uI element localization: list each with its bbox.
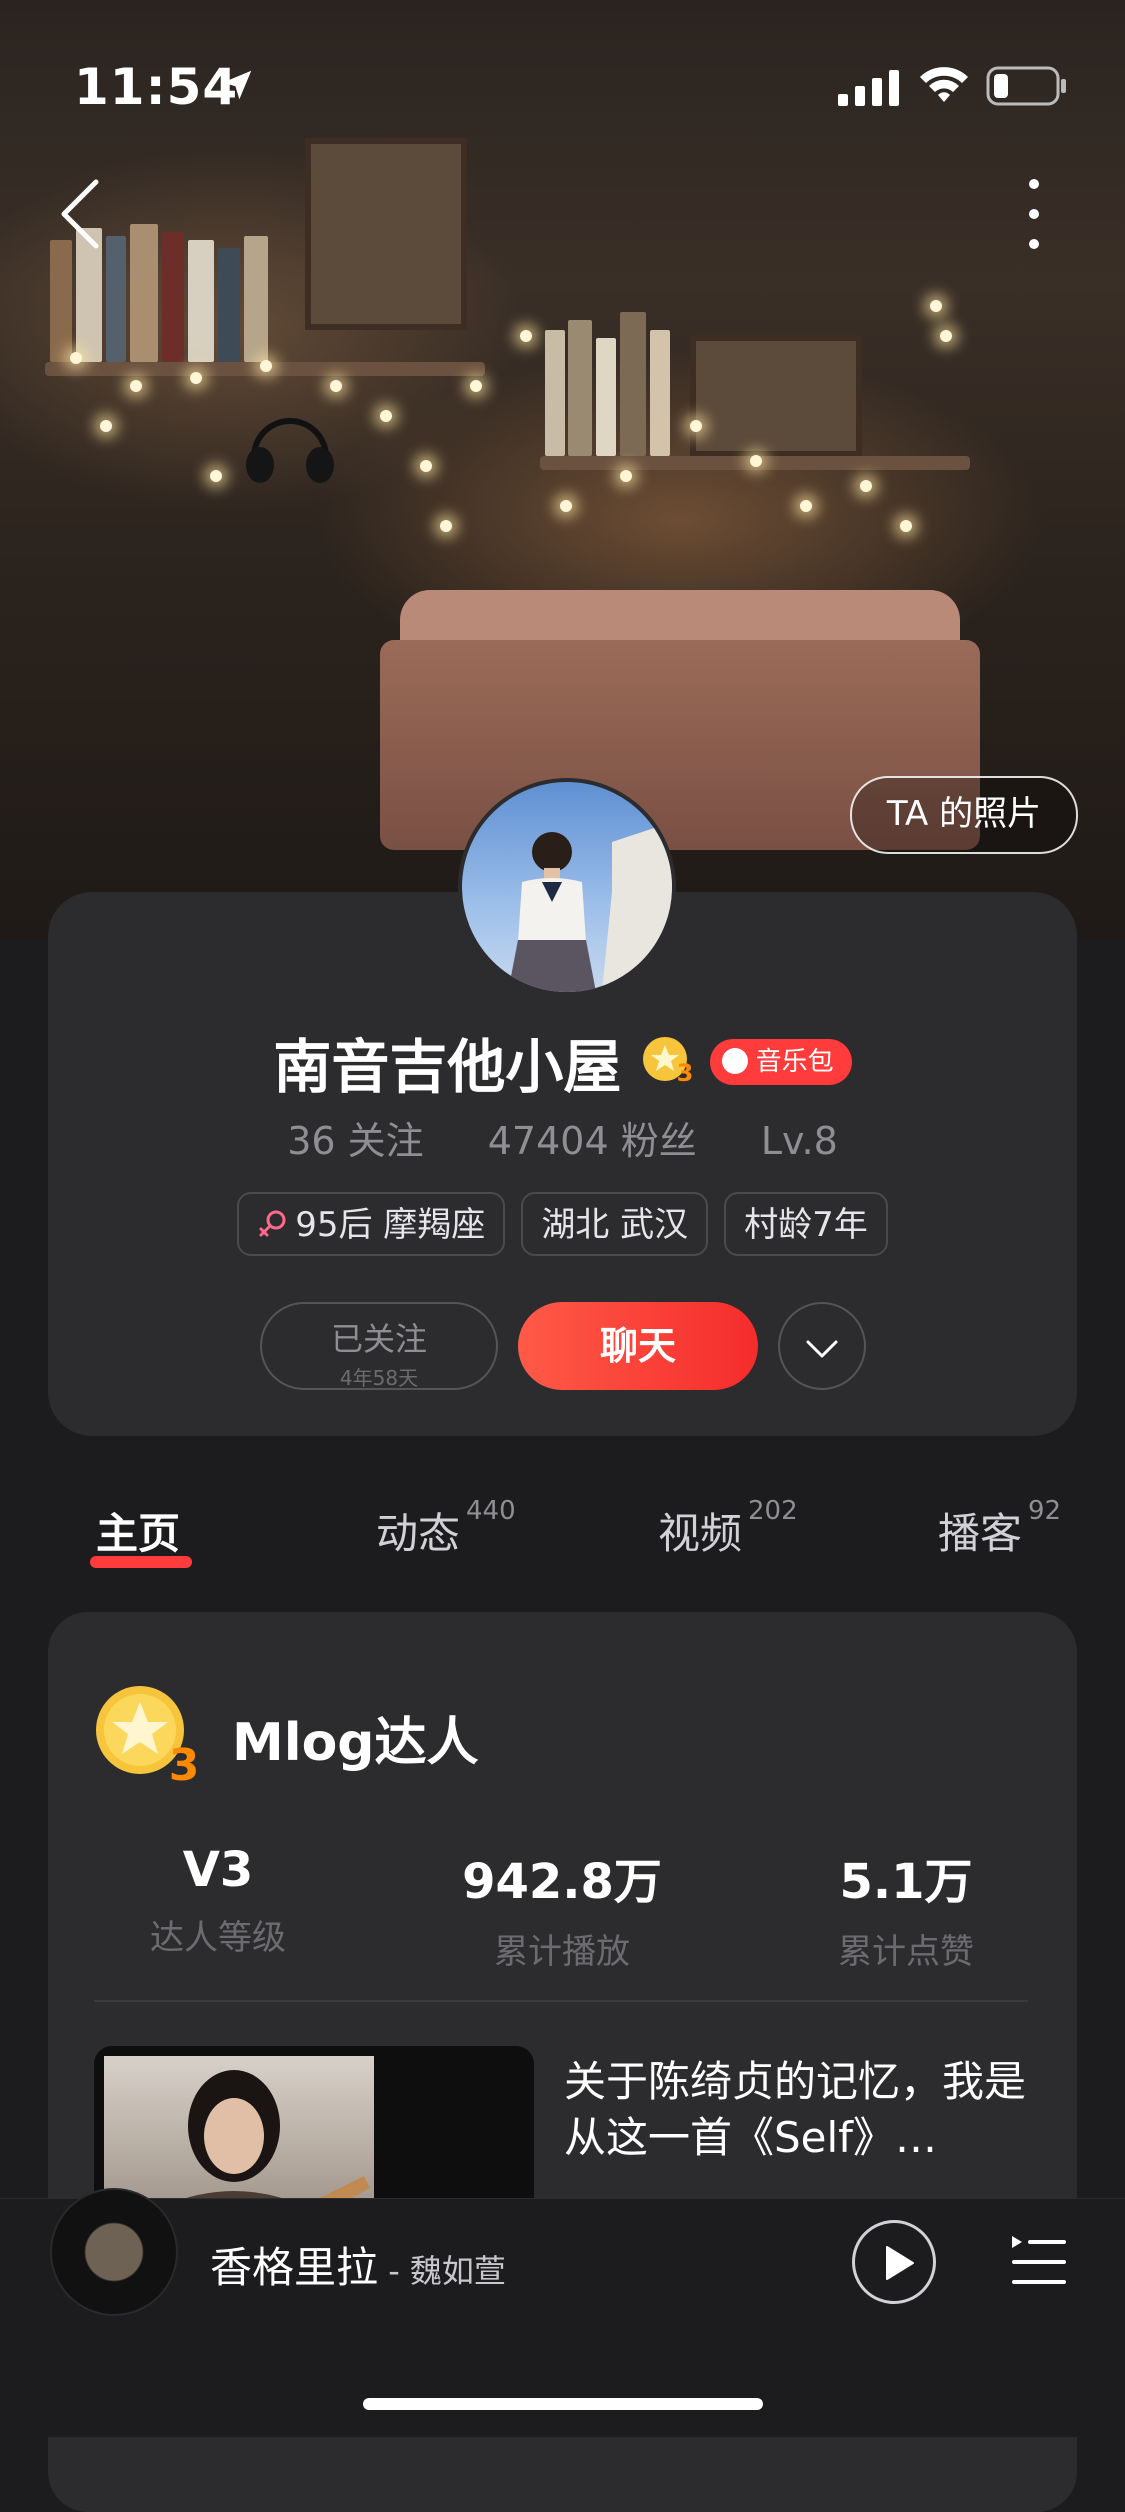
tab-podcast-label: 播客 [938, 1509, 1023, 1558]
book [568, 320, 592, 456]
tag-age-zodiac: 95后 摩羯座 [237, 1192, 506, 1256]
metric-likes-label: 累计点赞 [838, 1932, 974, 1972]
svg-text:3: 3 [676, 1059, 693, 1087]
song-artist: 魏如萱 [409, 2252, 506, 2290]
tag-age-zodiac-label: 95后 摩羯座 [295, 1205, 486, 1245]
home-indicator [363, 2398, 763, 2410]
female-icon [259, 1210, 286, 1236]
avatar-photo [508, 822, 672, 992]
music-pack-label: 音乐包 [755, 1047, 834, 1077]
tab-feed-count: 440 [466, 1496, 516, 1526]
book [650, 330, 670, 456]
location-arrow-icon [222, 70, 252, 100]
user-level[interactable]: Lv.8 [761, 1119, 838, 1163]
fans-count[interactable]: 47404 粉丝 [488, 1119, 697, 1163]
playlist-icon[interactable] [1010, 2234, 1068, 2288]
album-disc[interactable] [50, 2188, 178, 2316]
now-playing[interactable]: 香格里拉 - 魏如萱 [210, 2234, 506, 2295]
book [188, 240, 214, 362]
expand-button[interactable] [778, 1302, 866, 1390]
active-tab-indicator [90, 1556, 192, 1568]
metric-likes: 5.1万 累计点赞 [756, 1842, 1056, 1973]
tab-home[interactable]: 主页 [96, 1500, 180, 1561]
metric-level-value: V3 [182, 1842, 254, 1898]
metric-plays-value: 942.8万 [462, 1854, 662, 1910]
headphones-icon [246, 418, 334, 483]
following-duration: 4年58天 [339, 1366, 419, 1390]
divider [94, 2000, 1028, 2002]
metric-plays: 942.8万 累计播放 [412, 1842, 712, 1973]
tab-home-label: 主页 [96, 1509, 181, 1558]
video-title[interactable]: 关于陈绮贞的记忆，我是从这一首《Self》… [564, 2054, 1034, 2166]
back-icon[interactable] [58, 178, 102, 250]
profile-tags: 95后 摩羯座 湖北 武汉 村龄7年 [0, 1192, 1125, 1256]
book [218, 248, 240, 362]
profile-tabs: 主页 动态 440 视频 202 播客 92 [0, 1496, 1125, 1590]
svg-text:3: 3 [169, 1740, 200, 1784]
tab-feed[interactable]: 动态 440 [376, 1496, 516, 1561]
tab-video-label: 视频 [658, 1509, 743, 1558]
tab-podcast-count: 92 [1028, 1496, 1062, 1526]
tab-podcast[interactable]: 播客 92 [938, 1496, 1061, 1561]
following-button[interactable]: 已关注 4年58天 [260, 1302, 498, 1390]
song-title: 香格里拉 [210, 2243, 379, 2292]
book [106, 236, 126, 362]
creator-star-icon: 3 [641, 1033, 695, 1091]
chat-button[interactable]: 聊天 [518, 1302, 758, 1390]
metric-likes-value: 5.1万 [839, 1854, 973, 1910]
play-icon [886, 2246, 914, 2280]
tab-video[interactable]: 视频 202 [658, 1496, 798, 1561]
cellular-signal-icon [838, 70, 899, 106]
tab-feed-label: 动态 [376, 1509, 461, 1558]
mlog-title: Mlog达人 [232, 1713, 479, 1773]
follows-count[interactable]: 36 关注 [287, 1119, 423, 1163]
music-pack-badge[interactable]: 音乐包 [709, 1039, 852, 1085]
chevron-down-icon [806, 1340, 838, 1358]
book [244, 236, 268, 362]
book [130, 224, 158, 362]
profile-name: 南音吉他小屋 [273, 1033, 622, 1101]
following-label: 已关注 [330, 1320, 427, 1358]
mlog-star-icon: 3 [96, 1686, 200, 1784]
tag-location: 湖北 武汉 [521, 1192, 709, 1256]
profile-stats: 36 关注 47404 粉丝 Lv.8 [0, 1110, 1125, 1165]
battery-icon [986, 66, 1066, 106]
tag-account-age: 村龄7年 [724, 1192, 888, 1256]
book [50, 240, 72, 362]
book [596, 338, 616, 456]
tab-video-count: 202 [748, 1496, 798, 1526]
avatar[interactable] [458, 778, 676, 996]
music-pack-icon [721, 1047, 748, 1074]
status-bar: 11:54 [0, 0, 1125, 140]
wall-frame [690, 335, 862, 457]
book [162, 232, 184, 362]
metric-level: V3 达人等级 [68, 1842, 368, 1959]
song-separator: - [378, 2252, 410, 2290]
more-options-icon[interactable] [1022, 176, 1046, 252]
book [545, 330, 565, 456]
wall-frame [305, 138, 467, 330]
wifi-icon [920, 67, 968, 102]
name-line: 南音吉他小屋 3 音乐包 [0, 1020, 1125, 1101]
metric-level-label: 达人等级 [150, 1918, 286, 1958]
book [620, 312, 646, 456]
play-button[interactable] [852, 2220, 936, 2304]
status-time: 11:54 [74, 58, 239, 116]
metric-plays-label: 累计播放 [494, 1932, 630, 1972]
ta-photos-button[interactable]: TA 的照片 [850, 776, 1078, 854]
